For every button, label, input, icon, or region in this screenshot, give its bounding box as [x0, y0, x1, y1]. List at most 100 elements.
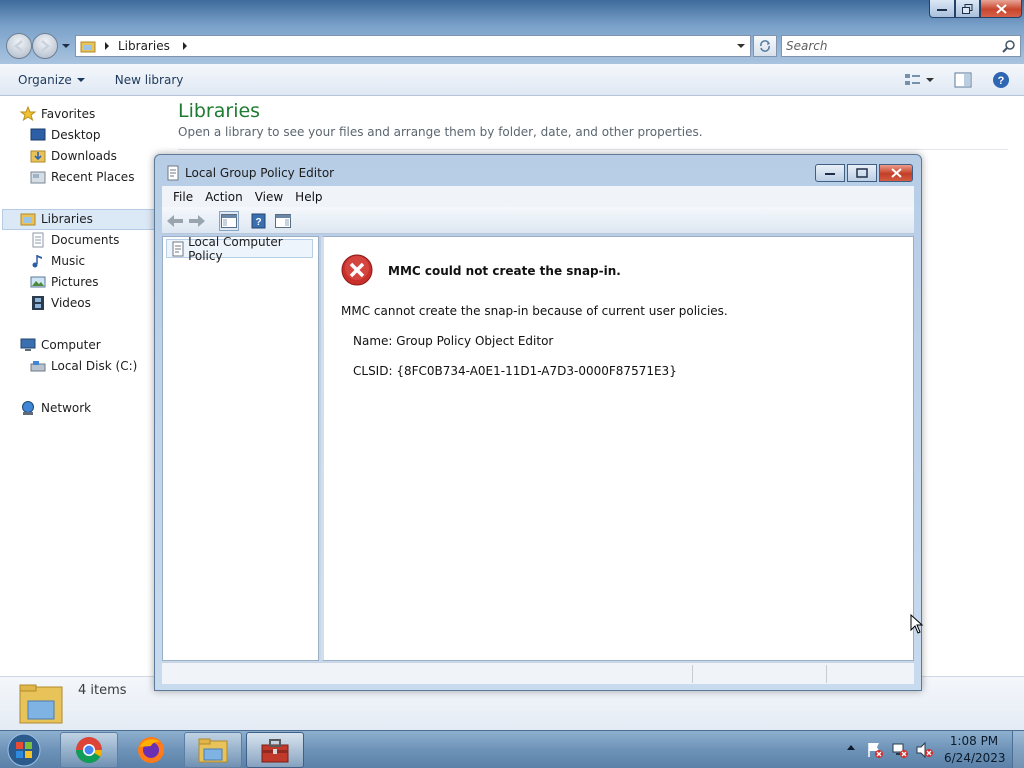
nav-item-recent-places[interactable]: Recent Places [30, 167, 134, 187]
menu-help[interactable]: Help [295, 190, 322, 204]
clock-time[interactable]: 1:08 PM [946, 734, 1002, 748]
show-hidden-icons-icon[interactable] [846, 743, 856, 751]
status-bar [162, 662, 914, 684]
tree-item-local-computer-policy[interactable]: Local Computer Policy [166, 235, 313, 263]
preview-pane-icon[interactable] [954, 72, 972, 88]
action-pane-icon [275, 214, 291, 228]
forward-button[interactable] [32, 33, 58, 59]
start-button[interactable] [4, 733, 46, 767]
error-icon [341, 254, 373, 286]
address-dropdown-icon[interactable] [736, 42, 746, 50]
explorer-close-button[interactable] [980, 0, 1022, 18]
nav-label: Computer [41, 338, 101, 352]
svg-text:?: ? [255, 217, 261, 228]
close-icon [890, 168, 902, 178]
chrome-icon [75, 737, 103, 764]
refresh-button[interactable] [753, 35, 777, 57]
nav-label: Videos [51, 296, 91, 310]
show-hide-console-tree-button[interactable] [219, 211, 239, 231]
nav-item-documents[interactable]: Documents [30, 230, 119, 250]
back-button[interactable] [6, 33, 32, 59]
forward-arrow-icon [41, 40, 50, 52]
help-icon[interactable]: ? [992, 71, 1010, 89]
nav-item-downloads[interactable]: Downloads [30, 146, 117, 166]
firefox-icon [138, 737, 164, 763]
network-icon [22, 401, 34, 415]
explorer-minimize-button[interactable] [929, 0, 955, 18]
close-icon [995, 3, 1007, 14]
nav-item-desktop[interactable]: Desktop [30, 125, 101, 145]
taskbar-mmc[interactable] [246, 732, 304, 768]
organize-button[interactable]: Organize [18, 73, 85, 87]
hard-drive-icon [30, 361, 46, 372]
search-input[interactable]: Search [781, 35, 1021, 57]
taskbar-firefox[interactable] [122, 732, 180, 768]
volume-muted-icon[interactable] [915, 741, 935, 759]
svg-text:?: ? [998, 75, 1005, 87]
maximize-button[interactable] [847, 164, 877, 182]
show-hide-action-pane-button[interactable] [273, 211, 293, 231]
menu-action[interactable]: Action [205, 190, 243, 204]
menu-file[interactable]: File [173, 190, 193, 204]
back-arrow-icon [167, 215, 183, 227]
search-icon[interactable] [1002, 39, 1016, 53]
nav-item-favorites[interactable]: Favorites [20, 104, 95, 124]
mouse-cursor-icon [910, 614, 924, 634]
help-button[interactable]: ? [249, 211, 269, 231]
address-libraries[interactable]: Libraries [118, 39, 170, 53]
documents-icon [32, 232, 44, 248]
nav-item-local-disk[interactable]: Local Disk (C:) [30, 356, 137, 376]
error-message: MMC cannot create the snap-in because of… [341, 304, 728, 318]
policy-document-icon [172, 241, 184, 256]
breadcrumb-arrow-icon [105, 42, 109, 50]
nav-label: Downloads [51, 149, 117, 163]
minimize-button[interactable] [815, 164, 845, 182]
windows-logo-icon [7, 733, 41, 767]
minimize-icon [825, 173, 835, 175]
desktop-icon [30, 128, 46, 141]
recent-pages-dropdown[interactable] [61, 42, 71, 50]
taskbar-explorer[interactable] [184, 732, 242, 768]
nav-item-libraries[interactable]: Libraries [20, 209, 93, 229]
page-title: Libraries [178, 100, 261, 122]
explorer-restore-button[interactable] [955, 0, 980, 18]
menu-view[interactable]: View [255, 190, 283, 204]
error-snapin-name: Name: Group Policy Object Editor [353, 334, 554, 348]
refresh-icon [760, 40, 770, 52]
show-desktop-button[interactable] [1012, 731, 1024, 768]
nav-label: Favorites [41, 107, 96, 121]
page-subtitle: Open a library to see your files and arr… [178, 125, 703, 139]
libraries-folder-icon [80, 41, 96, 53]
action-center-flag-icon[interactable] [866, 741, 884, 759]
forward-button[interactable] [187, 211, 207, 231]
forward-arrow-icon [189, 215, 205, 227]
taskbar-chrome[interactable] [60, 732, 118, 768]
network-status-icon[interactable] [891, 741, 909, 759]
new-library-button[interactable]: New library [115, 73, 184, 87]
recent-places-icon [30, 171, 46, 184]
error-clsid: CLSID: {8FC0B734-A0E1-11D1-A7D3-0000F875… [353, 364, 677, 378]
videos-film-icon [32, 296, 44, 310]
status-divider [826, 665, 827, 683]
close-button[interactable] [879, 164, 913, 182]
change-view-icon[interactable] [904, 72, 934, 88]
music-note-icon [32, 255, 42, 268]
nav-item-network[interactable]: Network [20, 398, 91, 418]
nav-item-pictures[interactable]: Pictures [30, 272, 99, 292]
explorer-folder-icon [198, 738, 228, 763]
minimize-icon [937, 8, 947, 11]
address-bar[interactable]: Libraries [75, 35, 751, 57]
star-icon [20, 106, 36, 122]
back-button[interactable] [165, 211, 185, 231]
toolbox-icon [261, 739, 289, 763]
nav-item-computer[interactable]: Computer [20, 335, 101, 355]
nav-item-music[interactable]: Music [30, 251, 85, 271]
chevron-down-icon [62, 44, 70, 48]
clock-date[interactable]: 6/24/2023 [944, 751, 1006, 765]
breadcrumb-arrow-icon[interactable] [180, 41, 190, 51]
group-policy-editor-window: Local Group Policy Editor File Action Vi… [154, 154, 922, 691]
nav-label: Documents [51, 233, 120, 247]
search-placeholder: Search [786, 39, 828, 53]
console-tree-icon [221, 214, 237, 228]
nav-item-videos[interactable]: Videos [30, 293, 91, 313]
